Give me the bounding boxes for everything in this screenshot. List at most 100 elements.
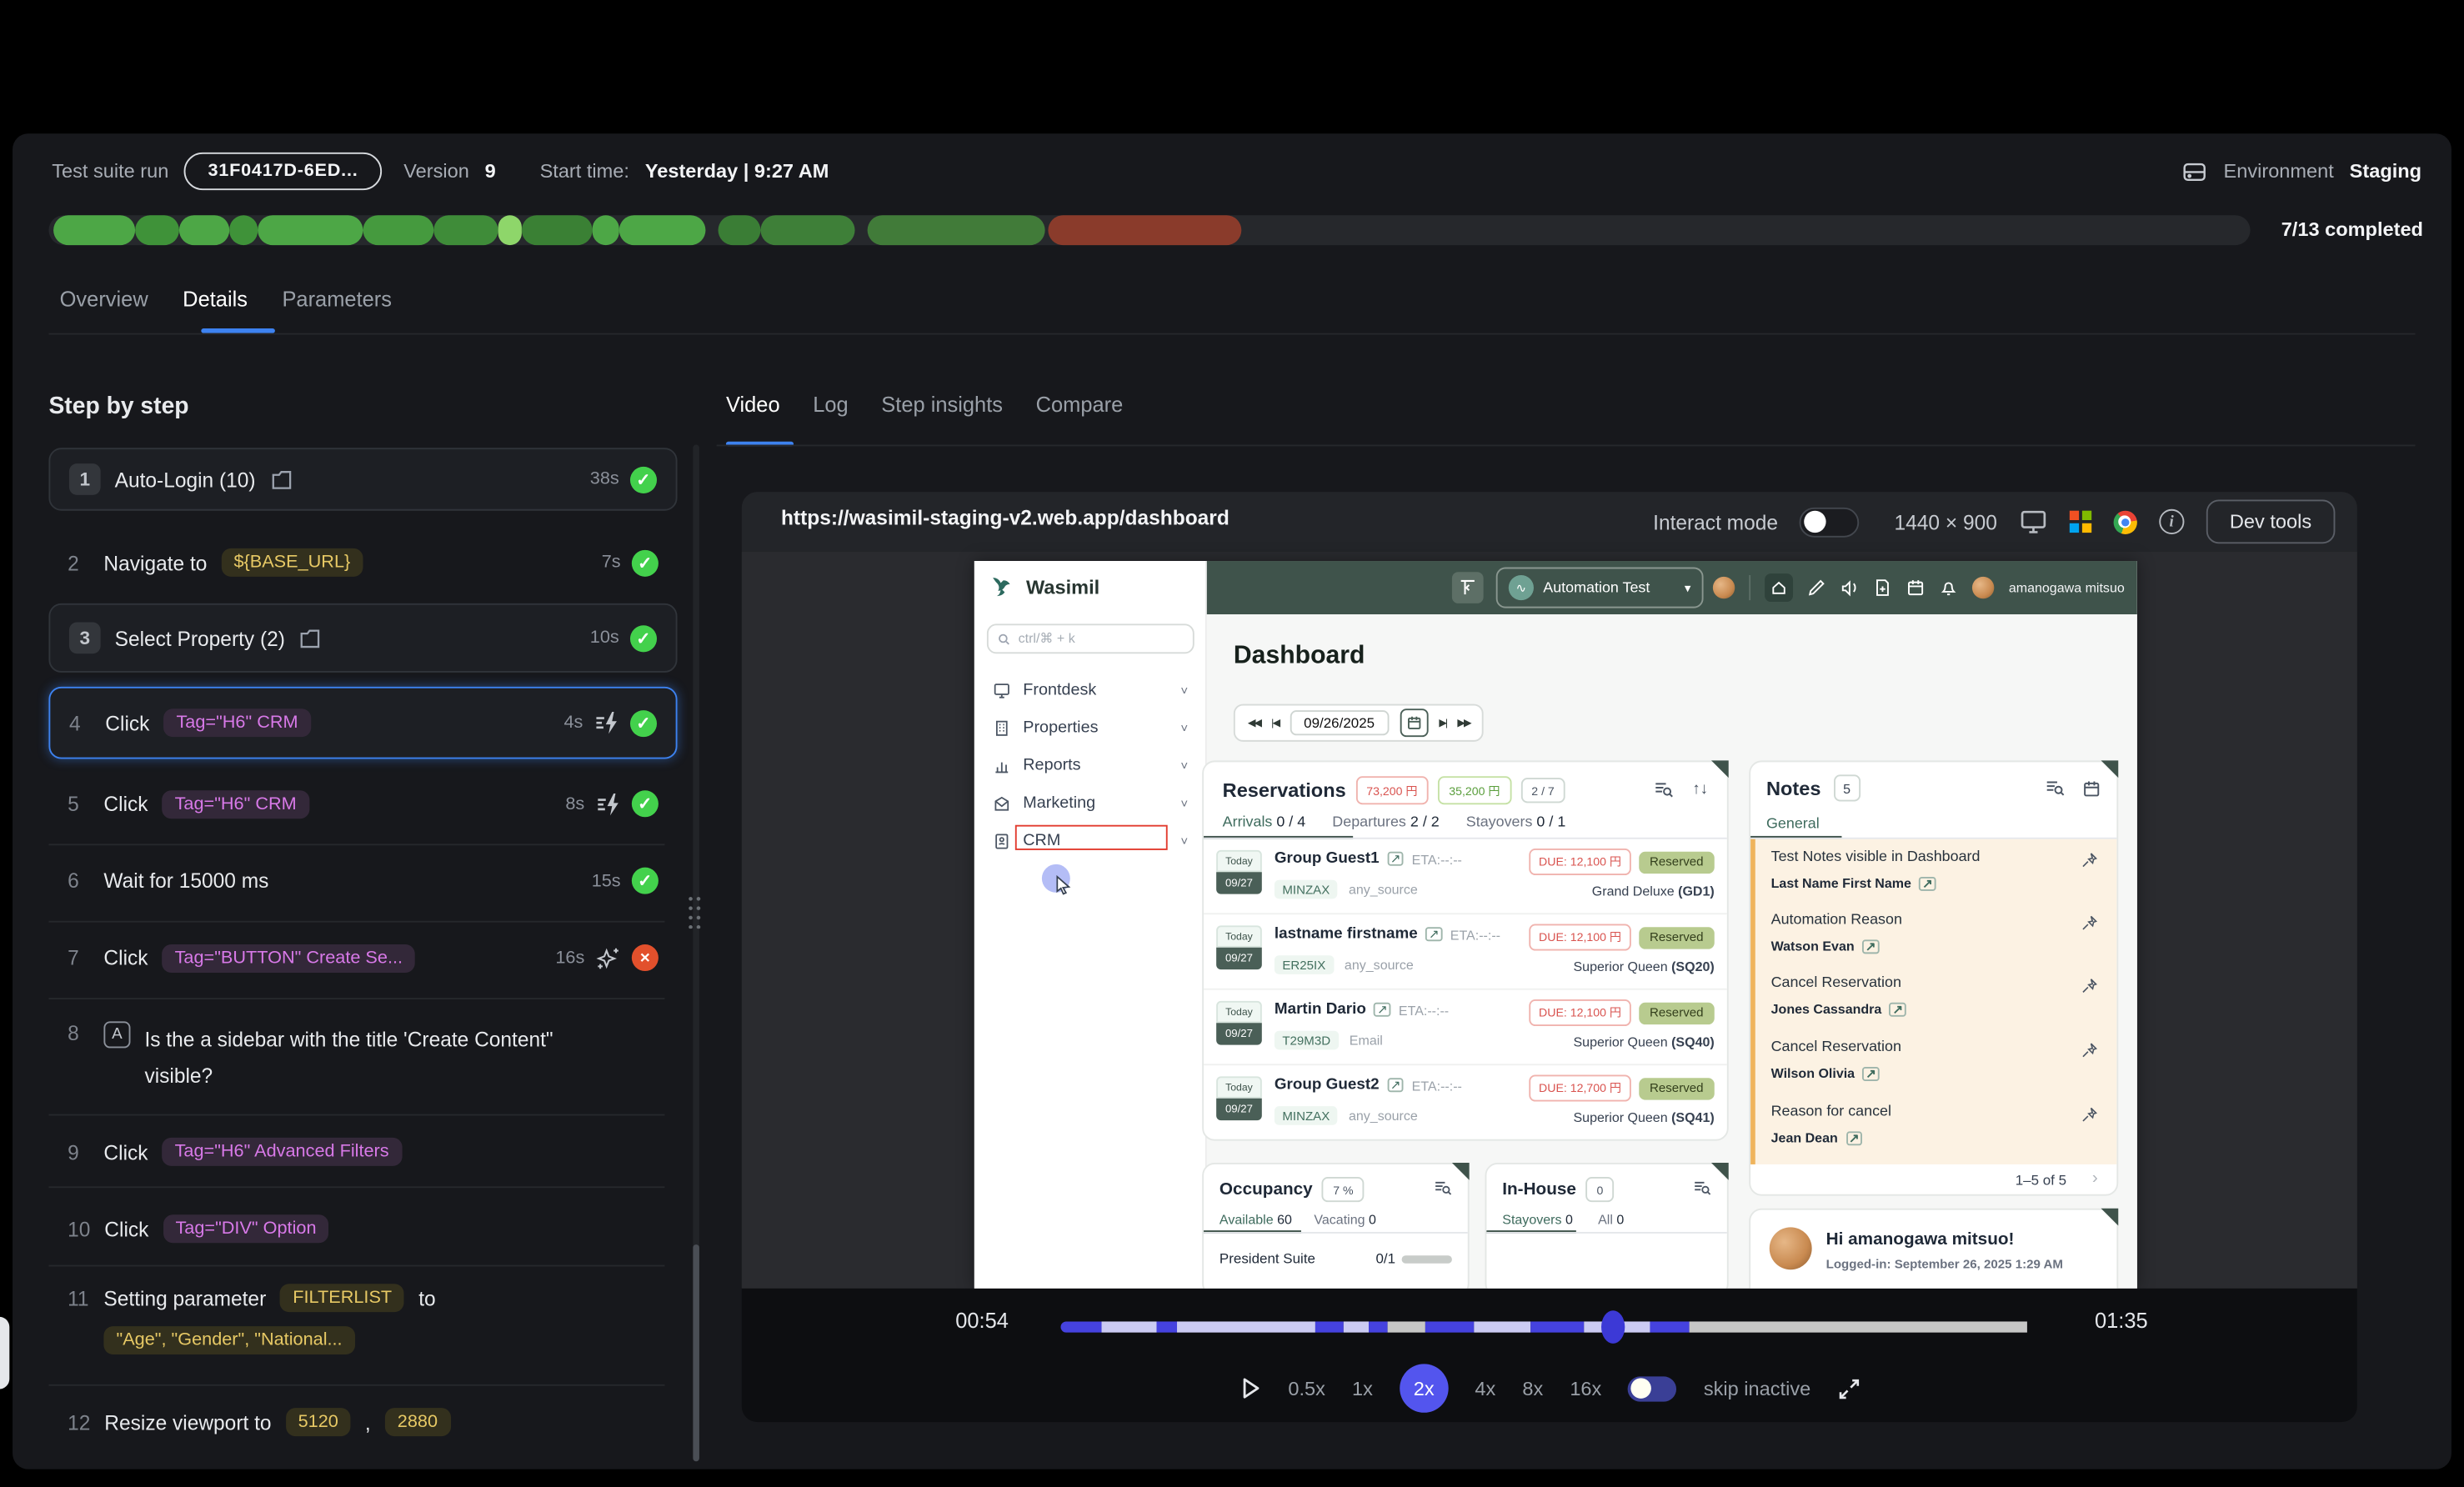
tab-stayovers[interactable]: Stayovers 0 / 1 [1466,814,1566,832]
tab-compare[interactable]: Compare [1036,393,1124,416]
run-id-pill[interactable]: 31F0417D-6ED... [184,153,382,190]
sidebar-item-frontdesk[interactable]: Frontdesk ˅ [974,671,1207,708]
drawer-handle[interactable] [0,1317,9,1389]
chrome-icon[interactable] [2113,510,2136,533]
external-link-icon[interactable]: ↗ [1863,1066,1880,1080]
progress-segment[interactable] [719,215,761,245]
timeline-segment[interactable] [1315,1321,1343,1332]
mini-avatar[interactable] [1713,577,1735,598]
progress-segment[interactable] [433,215,498,245]
note-item[interactable]: Cancel Reservation Wilson Olivia↗ [1750,1033,2116,1097]
note-item[interactable]: Cancel Reservation Jones Cassandra↗ [1750,968,2116,1032]
calendar-picker-icon[interactable] [1400,708,1428,737]
steps-scrollbar-thumb[interactable] [693,1244,699,1461]
external-link-icon[interactable]: ↗ [1374,1003,1390,1017]
date-input[interactable]: 09/26/2025 [1290,710,1389,735]
speed-0.5x[interactable]: 0.5x [1288,1377,1325,1399]
workspace-selector[interactable]: ∿ Automation Test ▾ [1496,568,1704,608]
sidebar-item-marketing[interactable]: Marketing ˅ [974,784,1207,822]
reservation-row[interactable]: Today09/27 lastname firstname↗ETA:--:-- … [1204,914,1727,989]
external-link-icon[interactable]: ↗ [1387,1078,1404,1092]
rewind-icon[interactable]: ◀◀ [1248,717,1260,729]
sidebar-item-reports[interactable]: Reports ˅ [974,746,1207,784]
playhead[interactable] [1600,1310,1624,1344]
filter-search-icon[interactable] [1433,1179,1452,1198]
progress-segment[interactable] [229,215,258,245]
pin-icon[interactable] [2081,1106,2098,1124]
skip-start-icon[interactable]: |◀ [1271,717,1279,729]
document-add-icon[interactable] [1874,578,1893,598]
progress-segment[interactable] [619,215,706,245]
tab-available[interactable]: Available 60 [1219,1211,1292,1227]
tab-vacating[interactable]: Vacating 0 [1314,1211,1376,1227]
tab-all[interactable]: All 0 [1598,1211,1624,1227]
design-icon[interactable] [1808,578,1827,598]
progress-segment[interactable] [760,215,854,245]
panel-resize-handle[interactable] [687,894,703,929]
progress-segment[interactable] [135,215,179,245]
reservation-row[interactable]: Today09/27 Martin Dario↗ETA:--:-- T29M3D… [1204,990,1727,1065]
step-row-6[interactable]: 6 Wait for 15000 ms 15s✓ [48,852,677,910]
megaphone-icon[interactable] [1840,578,1860,598]
note-author[interactable]: Jean Dean↗ [1771,1129,1863,1145]
tab-departures[interactable]: Departures 2 / 2 [1332,814,1439,832]
info-icon[interactable]: i [2159,509,2184,534]
step-row-11[interactable]: 11 Setting parameter FILTERLIST to "Age"… [48,1274,677,1354]
devtools-button[interactable]: Dev tools [2206,499,2336,543]
skip-end-icon[interactable]: ▶| [1439,717,1446,729]
step-row-4-selected[interactable]: 4 Click Tag="H6" CRM 4s ✓ [48,687,677,759]
filter-search-icon[interactable] [2045,778,2066,799]
timeline-segment[interactable] [1343,1321,1368,1332]
progress-segment[interactable] [868,215,1045,245]
progress-segment[interactable] [1048,215,1241,245]
skip-inactive-toggle[interactable] [1628,1375,1676,1400]
progress-segment[interactable] [179,215,229,245]
note-item[interactable]: Automation Reason Watson Evan↗ [1750,905,2116,969]
filter-search-icon[interactable] [1692,1179,1711,1198]
guest-name[interactable]: Martin Dario [1275,1001,1366,1019]
speed-8x[interactable]: 8x [1522,1377,1543,1399]
external-link-icon[interactable]: ↗ [1862,939,1879,953]
timeline-segment[interactable] [1157,1321,1176,1332]
progress-segment[interactable] [593,215,619,245]
tab-overview[interactable]: Overview [60,288,148,311]
note-item[interactable]: Reason for cancel Jean Dean↗ [1750,1097,2116,1161]
sidebar-collapse-icon[interactable] [1452,572,1484,603]
tab-log[interactable]: Log [813,393,848,416]
calendar-icon[interactable] [1906,578,1926,598]
bell-icon[interactable] [1940,578,1959,598]
pagination-next-icon[interactable]: › [2092,1169,2098,1189]
reservation-row[interactable]: Today09/27 Group Guest1↗ETA:--:-- MINZAX… [1204,839,1727,914]
external-link-icon[interactable]: ↗ [1425,927,1442,941]
app-search-input[interactable]: ctrl/⌘ + k [987,623,1194,653]
speed-1x[interactable]: 1x [1352,1377,1373,1399]
note-author[interactable]: Watson Evan↗ [1771,938,1880,954]
speed-4x[interactable]: 4x [1475,1377,1495,1399]
timeline-segment[interactable] [1101,1321,1157,1332]
guest-name[interactable]: Group Guest2 [1275,1076,1380,1094]
step-row-1[interactable]: 1 Auto-Login (10) 38s✓ [48,448,677,510]
tab-arrivals[interactable]: Arrivals 0 / 4 [1223,814,1306,832]
filter-search-icon[interactable] [1653,779,1674,800]
step-row-7[interactable]: 7 Click Tag="BUTTON" Create Se... 16s × [48,929,677,987]
windows-icon[interactable] [2070,511,2091,533]
step-row-12[interactable]: 12 Resize viewport to 5120 , 2880 [48,1394,677,1450]
speed-16x[interactable]: 16x [1570,1377,1601,1399]
page-url[interactable]: https://wasimil-staging-v2.web.app/dashb… [781,506,1229,529]
external-link-icon[interactable]: ↗ [1890,1002,1906,1016]
pin-icon[interactable] [2081,978,2098,995]
external-link-icon[interactable]: ↗ [1919,876,1936,890]
timeline-segment[interactable] [1388,1321,1425,1332]
pin-icon[interactable] [2081,1042,2098,1059]
external-link-icon[interactable]: ↗ [1845,1130,1862,1144]
speed-2x-active[interactable]: 2x [1400,1364,1448,1412]
interact-mode-toggle[interactable] [1800,507,1860,537]
timeline-segment[interactable] [1475,1321,1531,1332]
tab-stayovers-inhouse[interactable]: Stayovers 0 [1502,1211,1573,1227]
external-link-icon[interactable]: ↗ [1387,852,1404,866]
progress-segment[interactable] [258,215,363,245]
note-item[interactable]: Test Notes visible in Dashboard Last Nam… [1750,842,2116,906]
step-row-9[interactable]: 9 Click Tag="H6" Advanced Filters [48,1124,677,1180]
timeline-segment[interactable] [1177,1321,1315,1332]
timeline-segment[interactable] [1368,1321,1388,1332]
